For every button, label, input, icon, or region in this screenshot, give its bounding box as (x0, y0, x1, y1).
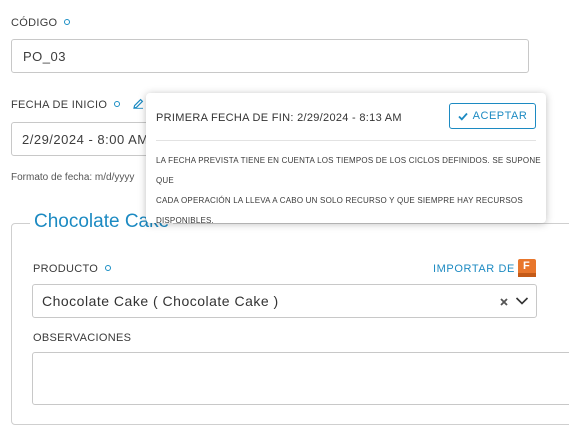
required-dot-icon (113, 101, 120, 107)
import-link[interactable]: IMPORTAR DE (433, 263, 515, 275)
accept-button[interactable]: ACEPTAR (449, 103, 536, 129)
check-icon (458, 112, 468, 121)
required-dot-icon (63, 19, 70, 25)
fecha-inicio-label: FECHA DE INICIO (11, 98, 144, 111)
observaciones-textarea[interactable] (32, 352, 569, 405)
producto-select[interactable]: Chocolate Cake ( Chocolate Cake ) (32, 284, 537, 318)
popover-title: PRIMERA FECHA DE FIN: 2/29/2024 - 8:13 A… (156, 112, 402, 124)
end-date-popover: PRIMERA FECHA DE FIN: 2/29/2024 - 8:13 A… (146, 93, 546, 225)
date-format-hint: Formato de fecha: m/d/yyyy (11, 172, 135, 183)
observaciones-label: OBSERVACIONES (33, 332, 132, 344)
codigo-input[interactable]: PO_03 (11, 39, 529, 73)
fusion-logo-icon[interactable]: F (518, 259, 536, 277)
required-dot-icon (104, 265, 111, 271)
producto-label: PRODUCTO (33, 263, 111, 275)
chevron-down-icon[interactable] (515, 296, 529, 306)
pencil-icon[interactable] (133, 98, 144, 109)
popover-divider (156, 140, 536, 141)
close-icon[interactable] (499, 297, 509, 307)
codigo-label: CÓDIGO (11, 17, 70, 29)
popover-note: LA FECHA PREVISTA TIENE EN CUENTA LOS TI… (156, 156, 541, 225)
